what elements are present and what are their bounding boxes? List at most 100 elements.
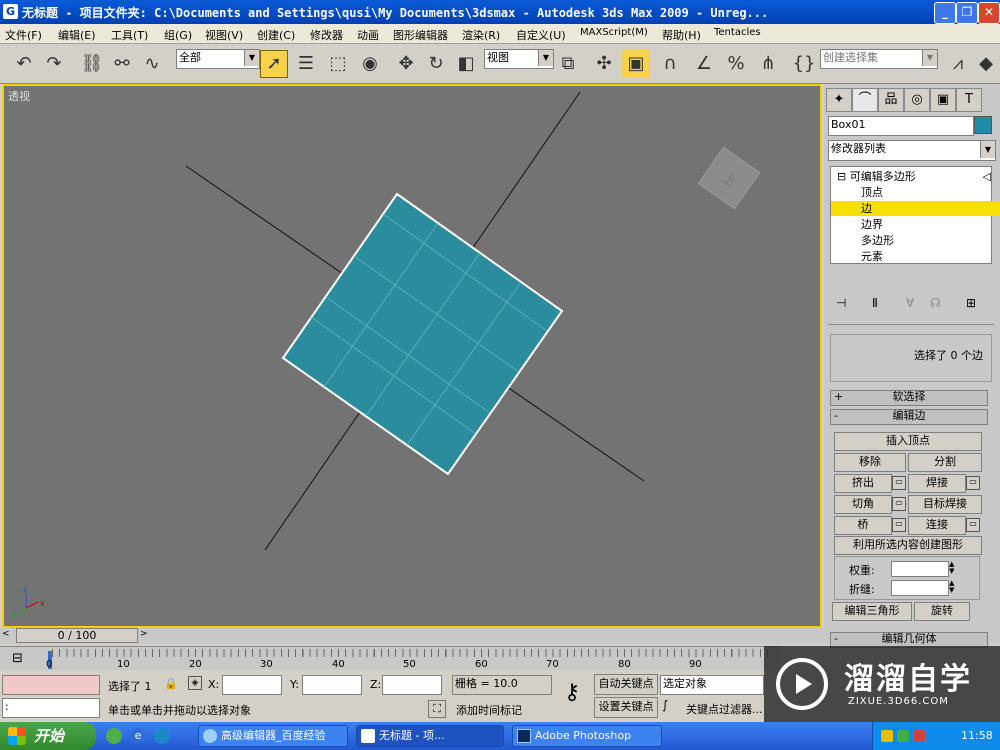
select-and-rotate-icon[interactable]: ↻ — [422, 50, 450, 78]
taskbar-item-3dsmax[interactable]: 无标题 - 项... — [356, 725, 504, 747]
redo-icon[interactable]: ↷ — [40, 50, 68, 78]
maxscript-listener-field[interactable]: : — [2, 698, 100, 718]
key-mode-selection-dropdown[interactable]: 选定对象 — [660, 675, 764, 695]
show-end-result-icon[interactable]: Ⅱ — [872, 296, 888, 310]
weight-input[interactable] — [891, 561, 949, 577]
crease-spinner-icon[interactable]: ▲ ▼ — [949, 580, 959, 594]
soft-selection-rollout[interactable]: + 软选择 — [830, 390, 988, 406]
modifier-list-dropdown[interactable]: 修改器列表 ▼ — [828, 140, 996, 161]
select-object-icon[interactable]: ➚ — [260, 50, 288, 78]
pin-stack-icon[interactable]: ⊣ — [836, 296, 852, 310]
remove-modifier-icon[interactable]: ☊ — [930, 296, 946, 310]
select-and-move-icon[interactable]: ✥ — [392, 50, 420, 78]
stack-item-edge[interactable]: 边 ◁ — [831, 201, 1000, 216]
weld-button[interactable]: 焊接 — [908, 474, 966, 493]
tray-icon[interactable] — [913, 730, 925, 742]
menu-views[interactable]: 视图(V) — [205, 27, 243, 43]
unlink-selection-icon[interactable]: ⚯ — [108, 50, 136, 78]
time-prev-icon[interactable]: < — [2, 629, 14, 642]
snaps-toggle-icon[interactable]: ∩ — [656, 50, 684, 78]
collapse-toggle-icon[interactable]: ⊟ — [837, 170, 846, 183]
angle-snap-icon[interactable]: ∠ — [690, 50, 718, 78]
time-next-icon[interactable]: > — [140, 629, 152, 642]
menu-graph-editors[interactable]: 图形编辑器 — [393, 27, 448, 43]
motion-tab-icon[interactable]: ◎ — [904, 88, 930, 112]
edit-triangulation-button[interactable]: 编辑三角形 — [832, 602, 912, 621]
taskbar-item-browser[interactable]: 高级编辑器_百度经验 — [198, 725, 348, 747]
close-button[interactable]: ✕ — [978, 2, 1000, 24]
edit-edges-rollout[interactable]: - 编辑边 — [830, 409, 988, 425]
select-and-manipulate-icon[interactable]: ✣ — [590, 50, 618, 78]
pivot-center-icon[interactable]: ⧉ — [554, 50, 582, 78]
extrude-button[interactable]: 挤出 — [834, 474, 892, 493]
utilities-tab-icon[interactable]: T — [956, 88, 982, 112]
menu-maxscript[interactable]: MAXScript(M) — [580, 27, 648, 38]
percent-snap-icon[interactable]: % — [722, 50, 750, 78]
stack-item-border[interactable]: 边界 — [831, 217, 1000, 232]
minimize-button[interactable]: _ — [934, 2, 956, 24]
chrome-quicklaunch-icon[interactable] — [106, 728, 122, 744]
stack-root-editable-poly[interactable]: ⊟ 可编辑多边形 ◁ — [831, 169, 995, 184]
bridge-button[interactable]: 桥 — [834, 516, 892, 535]
weld-settings-icon[interactable]: ▭ — [966, 476, 980, 490]
time-slider-thumb[interactable]: 0 / 100 — [16, 628, 138, 643]
x-coord-input[interactable] — [222, 675, 282, 695]
add-time-tag[interactable]: 添加时间标记 — [456, 702, 522, 718]
menu-group[interactable]: 组(G) — [164, 27, 192, 43]
crease-input[interactable] — [891, 580, 949, 596]
select-by-name-icon[interactable]: ☰ — [292, 50, 320, 78]
menu-help[interactable]: 帮助(H) — [662, 27, 701, 43]
weight-spinner-icon[interactable]: ▲ ▼ — [949, 561, 959, 575]
auto-key-button[interactable]: 自动关键点 — [594, 674, 658, 695]
perspective-viewport[interactable]: 透视 上 z x y — [2, 84, 822, 628]
hierarchy-tab-icon[interactable]: 品 — [878, 88, 904, 112]
menu-animation[interactable]: 动画 — [357, 27, 379, 43]
object-color-swatch[interactable] — [974, 116, 992, 134]
bridge-settings-icon[interactable]: ▭ — [892, 518, 906, 532]
create-tab-icon[interactable]: ✦ — [826, 88, 852, 112]
maxscript-listener-pink[interactable] — [2, 675, 100, 695]
target-weld-button[interactable]: 目标焊接 — [908, 495, 982, 514]
ie-quicklaunch-icon[interactable]: e — [130, 728, 146, 744]
stack-item-element[interactable]: 元素 — [831, 249, 1000, 264]
menu-customize[interactable]: 自定义(U) — [516, 27, 566, 43]
select-and-link-icon[interactable]: ⛓ — [78, 50, 106, 78]
chamfer-settings-icon[interactable]: ▭ — [892, 497, 906, 511]
selection-filter-dropdown[interactable]: 全部 ▼ — [176, 49, 260, 69]
edit-named-selection-icon[interactable]: {} — [790, 50, 818, 78]
insert-vertex-button[interactable]: 插入顶点 — [834, 432, 982, 451]
align-icon[interactable]: ◆ — [972, 50, 1000, 78]
set-key-button[interactable]: 设置关键点 — [594, 697, 658, 718]
display-tab-icon[interactable]: ▣ — [930, 88, 956, 112]
window-crossing-icon[interactable]: ◉ — [356, 50, 384, 78]
track-bar[interactable]: ⊟ 0 10 20 30 40 50 60 70 80 90 — [0, 646, 780, 670]
time-tag-icon[interactable]: ⛶ — [428, 700, 446, 718]
select-and-scale-icon[interactable]: ◧ — [452, 50, 480, 78]
menu-create[interactable]: 创建(C) — [257, 27, 295, 43]
lock-selection-icon[interactable]: 🔒 — [164, 677, 178, 690]
create-shape-button[interactable]: 利用所选内容创建图形 — [834, 536, 982, 555]
connect-button[interactable]: 连接 — [908, 516, 966, 535]
undo-icon[interactable]: ↶ — [10, 50, 38, 78]
absolute-mode-icon[interactable]: ◈ — [188, 676, 202, 690]
turn-button[interactable]: 旋转 — [914, 602, 970, 621]
menu-rendering[interactable]: 渲染(R) — [462, 27, 500, 43]
make-unique-icon[interactable]: ∀ — [906, 296, 922, 310]
connect-settings-icon[interactable]: ▭ — [966, 518, 980, 532]
mini-curve-editor-icon[interactable]: ⊟ — [12, 651, 28, 667]
named-selection-sets-dropdown[interactable]: 创建选择集 ▼ — [820, 49, 938, 69]
menu-file[interactable]: 文件(F) — [5, 27, 42, 43]
menu-tools[interactable]: 工具(T) — [111, 27, 148, 43]
chamfer-button[interactable]: 切角 — [834, 495, 892, 514]
explorer-quicklaunch-icon[interactable] — [154, 728, 170, 744]
split-button[interactable]: 分割 — [908, 453, 982, 472]
configure-modifier-sets-icon[interactable]: ⊞ — [966, 296, 982, 310]
object-name-field[interactable]: Box01 — [828, 116, 974, 136]
stack-item-vertex[interactable]: 顶点 — [831, 185, 1000, 200]
menu-tentacles[interactable]: Tentacles — [714, 27, 761, 38]
tray-icon[interactable] — [881, 730, 893, 742]
y-coord-input[interactable] — [302, 675, 362, 695]
remove-button[interactable]: 移除 — [834, 453, 906, 472]
start-button[interactable]: 开始 — [0, 722, 96, 750]
key-filters-icon[interactable]: ∫ — [662, 698, 680, 716]
